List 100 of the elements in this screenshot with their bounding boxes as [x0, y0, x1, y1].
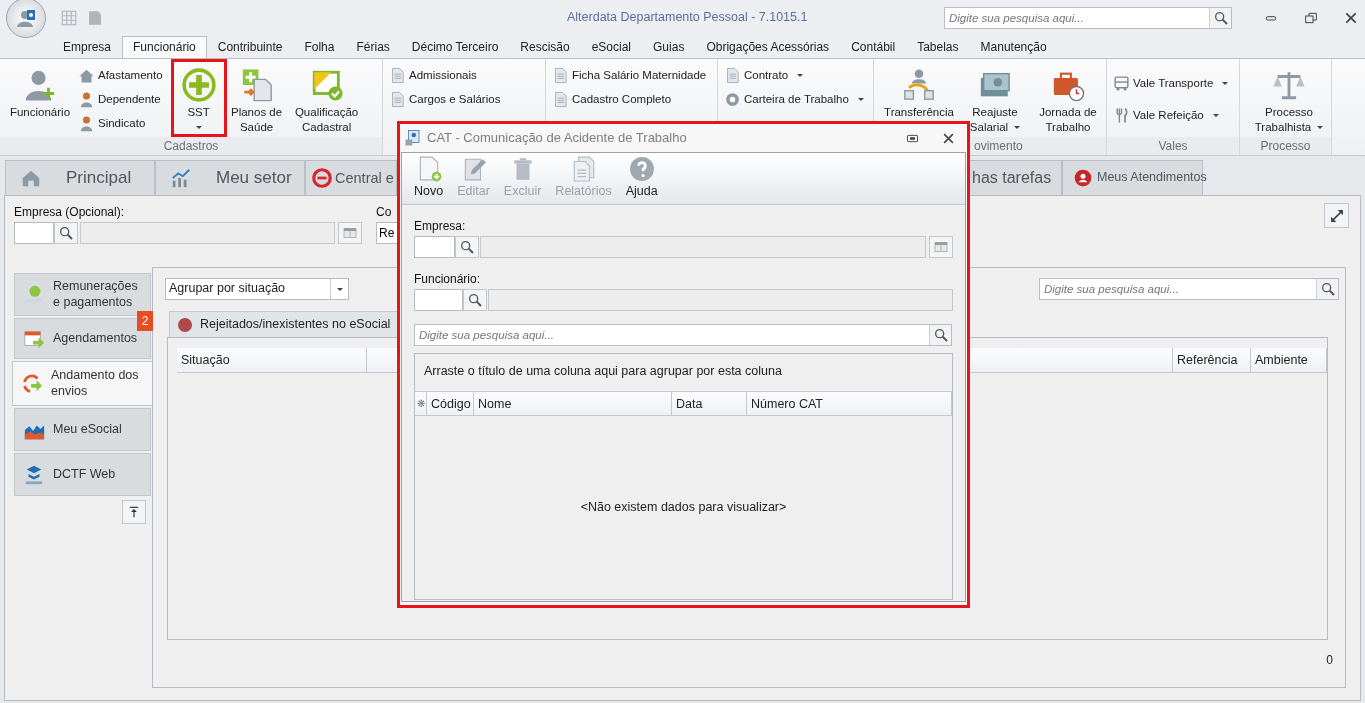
caret-icon — [1222, 81, 1229, 85]
menu-tab[interactable]: Guias — [642, 36, 696, 58]
ribbon-button[interactable]: Funcionário — [4, 59, 76, 137]
search-field[interactable]: Digite sua pesquisa aqui... — [944, 7, 1232, 29]
search-button[interactable] — [1316, 279, 1338, 299]
ribbon-button[interactable]: Planos de Saúde — [226, 59, 287, 137]
field-label: Empresa (Opcional): — [14, 205, 126, 220]
toolbar-button[interactable]: Novo — [414, 156, 444, 204]
search-icon — [1212, 10, 1229, 26]
ribbon-button[interactable]: Vale Refeição — [1111, 103, 1231, 127]
document-icon — [404, 129, 422, 147]
document-tab[interactable]: Principal — [5, 160, 155, 195]
nav-item[interactable]: Andamento dos envios — [12, 361, 152, 406]
ribbon-button[interactable]: Afastamento — [76, 63, 165, 87]
column-header[interactable]: Situação — [177, 348, 367, 372]
nav-item[interactable]: Remunerações e pagamentos — [14, 273, 151, 316]
lookup-button[interactable] — [455, 236, 479, 258]
bus-icon — [1113, 74, 1130, 92]
name-field[interactable] — [479, 236, 927, 258]
status-dot — [178, 317, 192, 332]
toolbar-button[interactable]: Ajuda — [625, 156, 658, 204]
lookup-button[interactable] — [54, 222, 78, 244]
menu-tab[interactable]: eSocial — [580, 36, 643, 58]
ribbon-button[interactable]: Contrato — [722, 63, 866, 87]
caret-icon — [1014, 126, 1021, 130]
menu-tab[interactable]: Rescisão — [509, 36, 581, 58]
record-count: 0 — [1326, 653, 1333, 668]
group-label: Vales — [1107, 137, 1239, 155]
menu-tab[interactable]: Manutenção — [969, 36, 1058, 58]
gear-icon — [724, 90, 741, 108]
status-tab[interactable]: Rejeitados/inexistentes no eSocial — [169, 311, 400, 337]
scroll-top-button[interactable] — [122, 500, 146, 524]
page-icon — [86, 9, 104, 27]
caret-icon — [797, 73, 804, 77]
search-icon — [1319, 281, 1336, 297]
search-button[interactable] — [929, 325, 951, 345]
grid-icon — [60, 9, 78, 27]
menu-tab[interactable]: Contábil — [840, 36, 907, 58]
input-field[interactable] — [14, 222, 54, 244]
app-logo[interactable] — [6, 0, 46, 38]
ribbon-button[interactable]: Dependente — [76, 87, 165, 111]
document-icon — [724, 66, 741, 84]
name-field[interactable] — [80, 222, 335, 244]
group-label: Cadastros — [0, 137, 382, 155]
dialog-title: CAT - Comunicação de Acidente de Trabalho — [427, 129, 687, 147]
nav-item[interactable]: Meu eSocial — [14, 408, 151, 451]
dropdown[interactable]: Agrupar por situação — [165, 278, 349, 300]
ribbon-button[interactable]: Transferência — [878, 59, 960, 137]
ribbon-button[interactable]: Cadastro Completo — [550, 87, 709, 111]
arrow-up-icon — [127, 505, 141, 519]
document-icon — [389, 66, 406, 84]
column-header[interactable]: Número CAT — [747, 392, 952, 415]
menu-tab[interactable]: Tabelas — [906, 36, 970, 58]
table-button[interactable] — [338, 222, 362, 244]
document-tab[interactable]: Central e — [305, 160, 397, 195]
caret-icon — [195, 126, 202, 130]
ribbon-button[interactable]: Admissionais — [387, 63, 503, 87]
group-hint: Arraste o título de uma coluna aqui para agrupar por esta coluna — [423, 363, 783, 380]
person-icon — [78, 90, 95, 108]
lookup-button[interactable] — [463, 289, 487, 311]
menu-tab[interactable]: Contribuinte — [206, 36, 294, 58]
table-icon — [933, 239, 950, 255]
menu-tab[interactable]: Empresa — [52, 36, 123, 58]
ribbon-button[interactable]: Sindicato — [76, 111, 165, 135]
ribbon-button[interactable]: Vale Transporte — [1111, 71, 1231, 95]
ribbon-button[interactable]: Processo Trabalhista — [1244, 59, 1331, 137]
input-field[interactable] — [414, 236, 455, 258]
chart-icon — [170, 167, 192, 189]
table-button[interactable] — [929, 236, 953, 258]
menu-tab[interactable]: Folha — [293, 36, 346, 58]
group-label: Processo — [1240, 137, 1331, 155]
ribbon-button[interactable]: Cargos e Salários — [387, 87, 503, 111]
menu-tab[interactable]: Funcionário — [122, 36, 207, 58]
caret-icon — [1317, 126, 1324, 130]
cycle-icon — [21, 372, 43, 395]
ribbon-button[interactable]: SST — [170, 59, 227, 137]
search-field[interactable]: Digite sua pesquisa aqui... — [1039, 278, 1339, 300]
menu-tab[interactable]: Obrigações Acessórias — [695, 36, 841, 58]
menu-tab[interactable]: Décimo Terceiro — [400, 36, 510, 58]
document-icon — [552, 66, 569, 84]
document-tab[interactable]: Meu setor — [155, 160, 305, 195]
column-header[interactable]: Ambiente — [1251, 348, 1327, 372]
field-label: Co — [376, 205, 393, 220]
nav-item[interactable]: DCTF Web — [14, 453, 151, 496]
ribbon-button[interactable]: Carteira de Trabalho — [722, 87, 866, 111]
search-button[interactable] — [1209, 8, 1231, 28]
document-tab[interactable]: has tarefas — [968, 160, 1062, 195]
ribbon-button[interactable]: Ficha Salário Maternidade — [550, 63, 709, 87]
person-icon — [78, 114, 95, 132]
ribbon-button[interactable]: Qualificação Cadastral — [286, 59, 367, 137]
column-header[interactable]: Nome — [474, 392, 672, 415]
column-header[interactable]: Referência — [1173, 348, 1251, 372]
menu-tab[interactable]: Férias — [345, 36, 401, 58]
document-icon — [389, 90, 406, 108]
column-header[interactable]: Data — [672, 392, 747, 415]
column-header[interactable]: Código — [427, 392, 474, 415]
ribbon-button[interactable]: Jornada de Trabalho — [1030, 59, 1106, 137]
input-field[interactable] — [414, 289, 463, 311]
expand-button[interactable] — [1324, 203, 1349, 228]
name-field[interactable] — [487, 289, 953, 311]
